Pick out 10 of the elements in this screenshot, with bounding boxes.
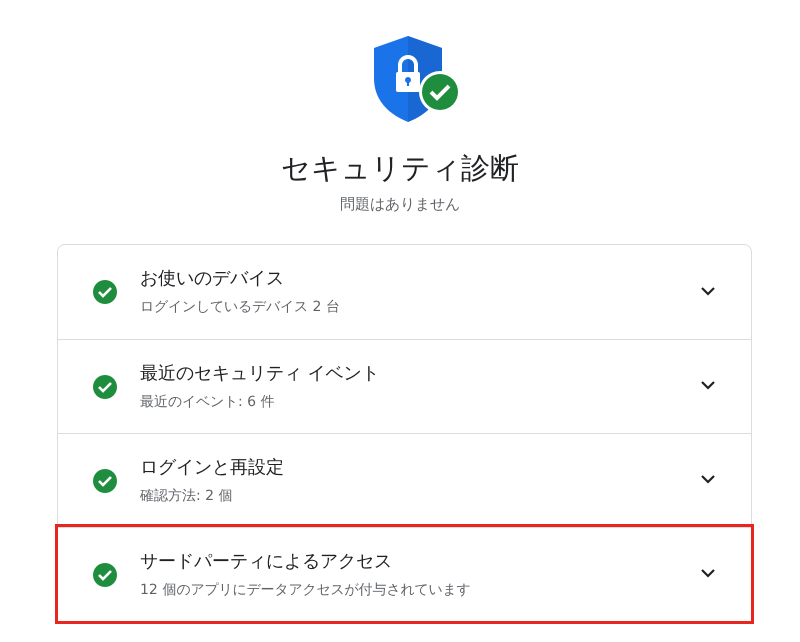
section-detail: ログインしているデバイス 2 台 [140, 298, 341, 317]
section-detail: 確認方法: 2 個 [140, 486, 234, 506]
section-title: サードパーティによるアクセス [140, 550, 393, 574]
section-title: お使いのデバイス [140, 267, 285, 291]
page-title: セキュリティ診断 [281, 150, 519, 186]
section-detail: 最近のイベント: 6 件 [140, 392, 276, 412]
section-title: ログインと再設定 [140, 456, 285, 480]
status-text: 問題はありません [340, 194, 460, 214]
section-title: 最近のセキュリティ イベント [140, 362, 381, 386]
section-detail: 12 個のアプリにデータアクセスが付与されています [140, 580, 472, 600]
